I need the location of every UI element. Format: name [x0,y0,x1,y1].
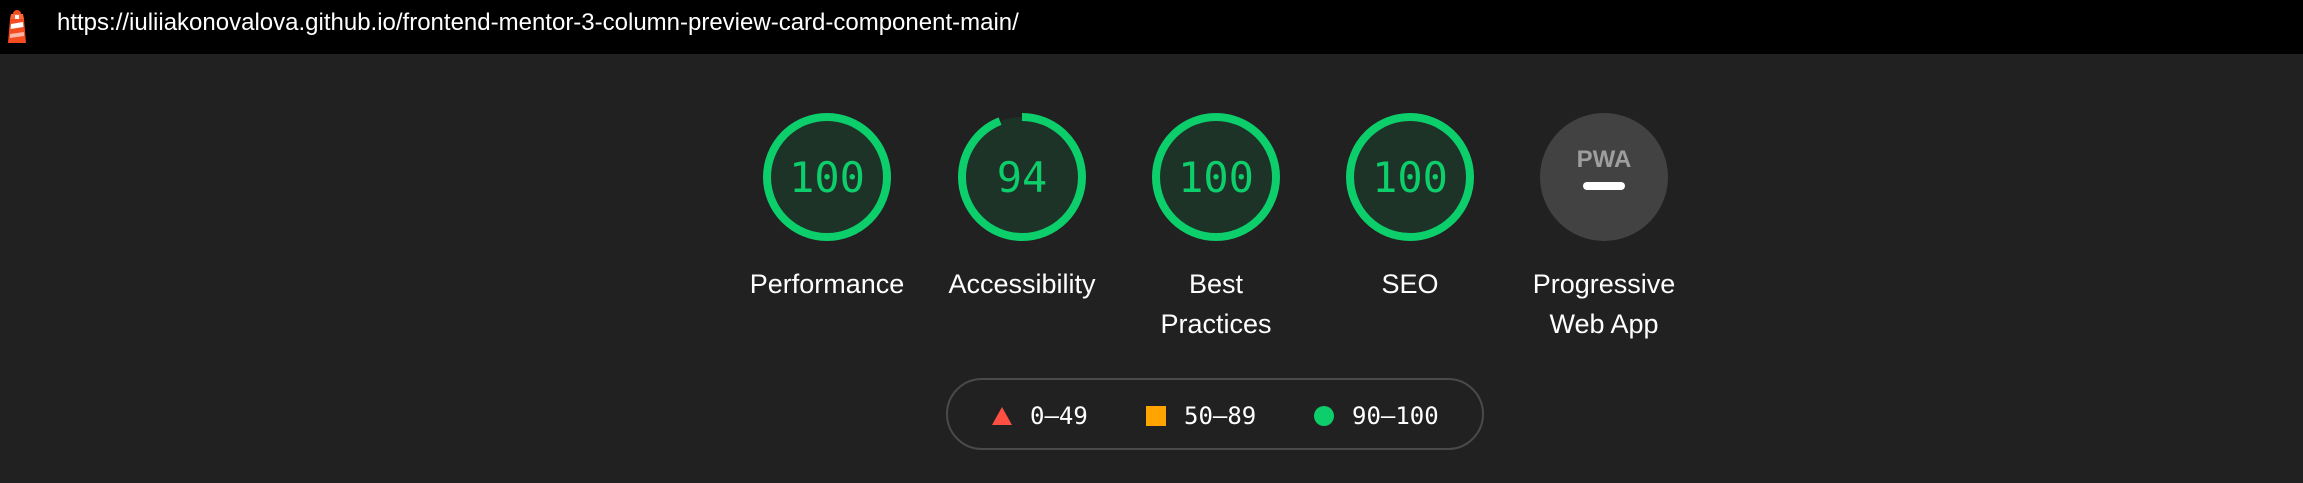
gauge-best-practices[interactable]: 100 Best Practices [1106,109,1326,344]
gauge-label: SEO [1381,269,1439,299]
gauge-score: 100 [1178,153,1254,202]
legend-item-fail: 0–49 [992,402,1088,430]
gauge-score: 100 [1372,153,1448,202]
gauge-pwa[interactable]: PWA Progressive Web App [1494,109,1714,344]
report-header: https://iuliiakonovalova.github.io/front… [0,0,2303,54]
legend-item-pass: 90–100 [1314,402,1439,430]
lighthouse-icon [8,10,26,43]
gauge-seo[interactable]: 100 SEO [1300,109,1520,304]
gauge-ring: 100 [1346,113,1474,241]
gauge-performance[interactable]: 100 Performance [717,109,937,304]
gauge-ring: 94 [958,113,1086,241]
legend-range: 50–89 [1184,402,1257,430]
scores-panel: 100 Performance 94 Accessibility 100 Bes… [0,54,2303,483]
gauge-score: 100 [789,153,865,202]
square-icon [1146,406,1166,426]
gauge-ring: 100 [763,113,891,241]
gauge-score: 94 [997,153,1048,202]
gauge-label: Performance [749,269,905,299]
pwa-icon: PWA [1540,113,1668,241]
gauge-label: Accessibility [948,269,1096,299]
triangle-icon [992,407,1012,425]
circle-icon [1314,406,1334,426]
page-url[interactable]: https://iuliiakonovalova.github.io/front… [57,8,1019,38]
pwa-badge-text: PWA [1577,146,1632,173]
gauge-ring: 100 [1152,113,1280,241]
gauge-label: Best Practices [1160,269,1272,339]
pwa-dash [1583,182,1625,190]
legend-range: 90–100 [1352,402,1439,430]
gauge-accessibility[interactable]: 94 Accessibility [912,109,1132,304]
score-scale-legend: 0–49 50–89 90–100 [946,378,1484,450]
gauge-label: Progressive Web App [1532,269,1676,339]
legend-item-average: 50–89 [1146,402,1256,430]
legend-range: 0–49 [1030,402,1088,430]
